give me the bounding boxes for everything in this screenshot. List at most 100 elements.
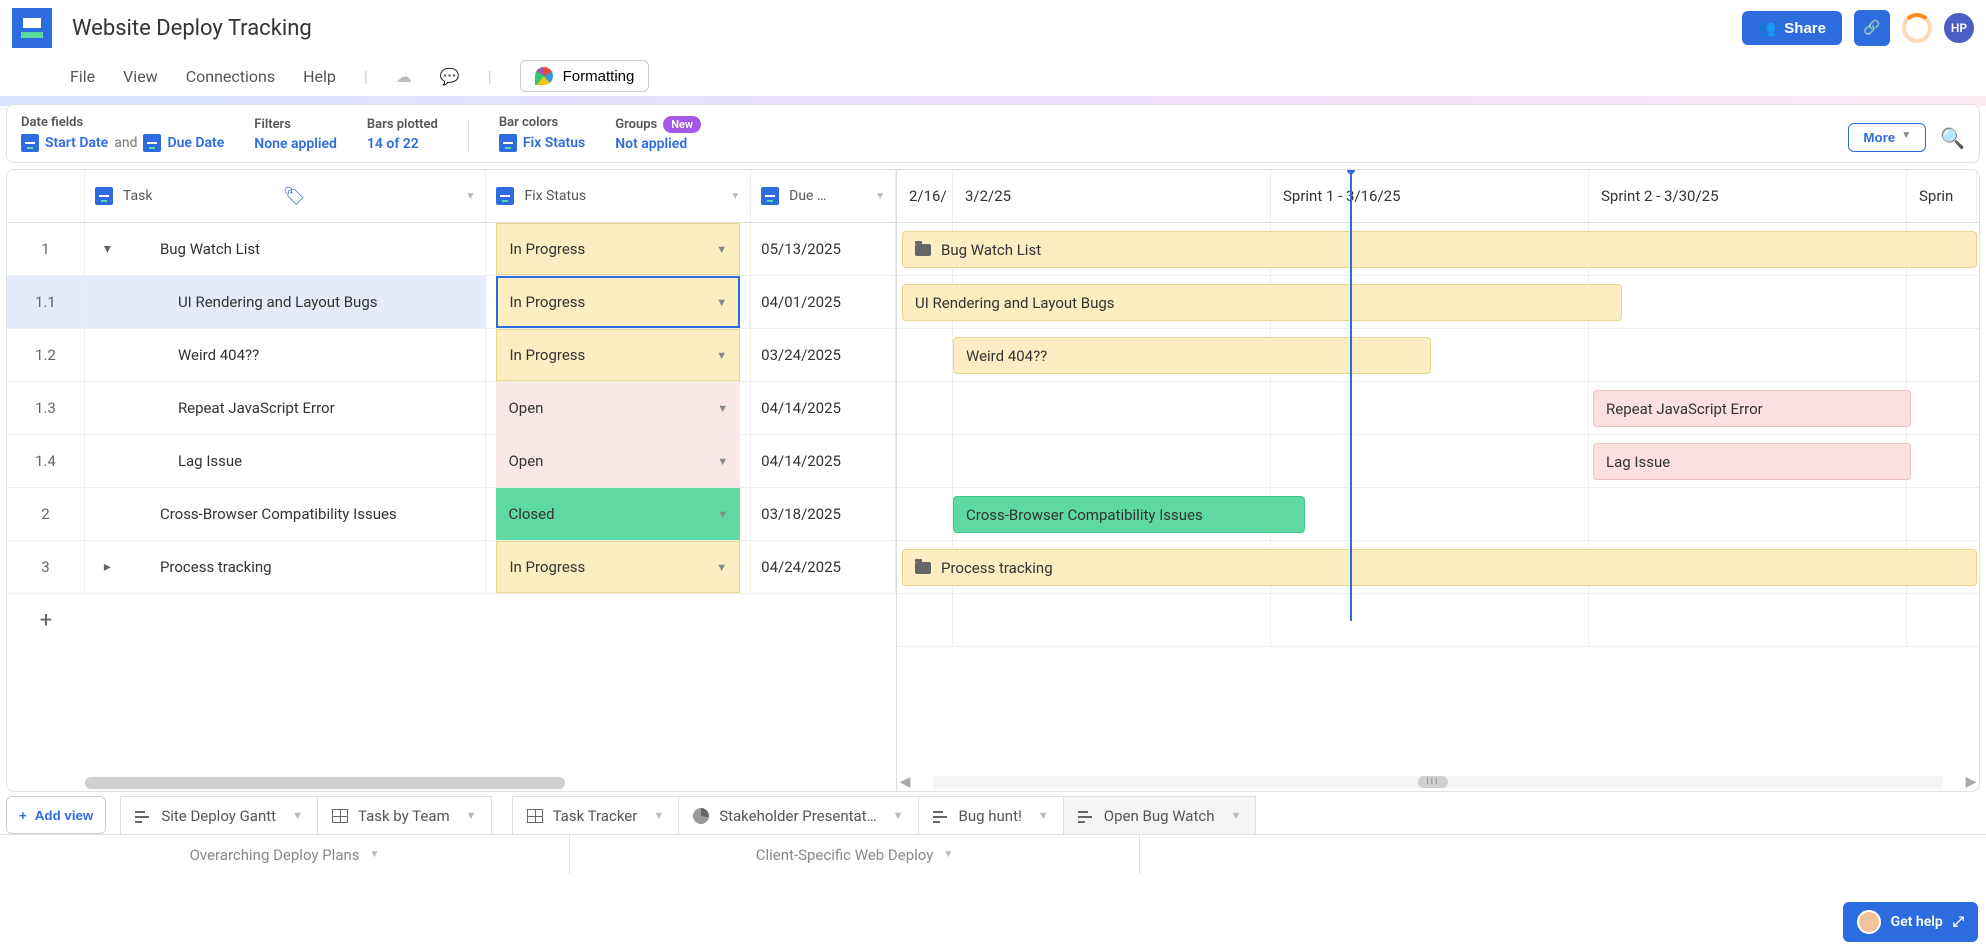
view-tab[interactable]: Open Bug Watch ▼: [1064, 796, 1257, 834]
add-row[interactable]: +: [7, 594, 896, 647]
bar-colors-group[interactable]: Bar colors Fix Status: [499, 115, 585, 152]
filters-group[interactable]: Filters None applied: [254, 117, 337, 152]
plus-icon[interactable]: +: [7, 608, 85, 633]
view-tab[interactable]: Bug hunt!▼: [919, 796, 1064, 834]
timeline-header-cell[interactable]: Sprint 1 - 3/16/25: [1271, 170, 1589, 222]
table-row[interactable]: 1.3Repeat JavaScript ErrorOpen▼04/14/202…: [7, 382, 896, 435]
search-icon[interactable]: 🔍: [1940, 126, 1965, 150]
expand-toggle[interactable]: ▾: [85, 241, 130, 257]
workspace-tab-overarching[interactable]: Overarching Deploy Plans▼: [0, 835, 570, 874]
task-cell[interactable]: UI Rendering and Layout Bugs: [85, 276, 487, 328]
chevron-down-icon[interactable]: ▼: [653, 809, 664, 822]
status-cell[interactable]: In Progress▼: [486, 541, 751, 593]
due-date-cell[interactable]: 03/24/2025: [751, 329, 896, 381]
due-date-cell[interactable]: 04/14/2025: [751, 382, 896, 434]
gantt-bar[interactable]: UI Rendering and Layout Bugs: [902, 284, 1622, 321]
expand-toggle[interactable]: ▸: [85, 559, 130, 575]
chevron-down-icon[interactable]: ▼: [466, 809, 477, 822]
scroll-thumb[interactable]: III: [1418, 776, 1448, 788]
gantt-bar[interactable]: Process tracking: [902, 549, 1977, 586]
status-value[interactable]: Open▼: [496, 435, 740, 487]
column-menu-icon[interactable]: ▼: [466, 191, 476, 202]
menu-file[interactable]: File: [70, 67, 95, 86]
due-date-cell[interactable]: 05/13/2025: [751, 223, 896, 275]
gantt-bar[interactable]: Bug Watch List: [902, 231, 1977, 268]
timeline-scrollbar[interactable]: ◀ III ▶: [897, 775, 1979, 789]
status-cell[interactable]: Open▼: [486, 382, 751, 434]
view-tab[interactable]: Task Tracker▼: [512, 796, 680, 834]
due-date-cell[interactable]: 04/24/2025: [751, 541, 896, 593]
get-help-button[interactable]: Get help ⤢: [1843, 902, 1978, 942]
date-fields-group[interactable]: Date fields Start Date and Due Date: [21, 115, 224, 152]
scroll-right-icon[interactable]: ▶: [1963, 774, 1979, 790]
chevron-down-icon[interactable]: ▼: [1230, 809, 1241, 822]
share-button[interactable]: 👥 Share: [1742, 11, 1842, 45]
column-menu-icon[interactable]: ▼: [730, 191, 740, 202]
timeline-header-cell[interactable]: Sprin: [1907, 170, 1977, 222]
chevron-down-icon[interactable]: ▼: [1038, 809, 1049, 822]
task-cell[interactable]: ▾Bug Watch List: [85, 223, 487, 275]
view-tab[interactable]: Site Deploy Gantt▼: [120, 796, 318, 834]
view-tab[interactable]: Stakeholder Presentat…▼: [679, 796, 918, 834]
scroll-left-icon[interactable]: ◀: [897, 774, 913, 790]
due-date-cell[interactable]: 03/18/2025: [751, 488, 896, 540]
task-column-header[interactable]: Task 🏷 ▼: [85, 170, 487, 222]
app-logo[interactable]: [12, 8, 52, 48]
view-tab[interactable]: Task by Team▼: [318, 796, 492, 834]
status-value[interactable]: In Progress▼: [496, 223, 740, 275]
due-date-cell[interactable]: 04/14/2025: [751, 435, 896, 487]
gantt-bar[interactable]: Lag Issue: [1593, 443, 1911, 480]
table-row[interactable]: 1.1UI Rendering and Layout BugsIn Progre…: [7, 276, 896, 329]
task-cell[interactable]: Cross-Browser Compatibility Issues: [85, 488, 487, 540]
menu-connections[interactable]: Connections: [186, 67, 275, 86]
task-cell[interactable]: Weird 404??: [85, 329, 487, 381]
status-value[interactable]: In Progress▼: [496, 541, 740, 593]
gantt-bar[interactable]: Repeat JavaScript Error: [1593, 390, 1911, 427]
status-cell[interactable]: Open▼: [486, 435, 751, 487]
comments-icon[interactable]: 💬: [440, 67, 460, 86]
status-cell[interactable]: In Progress▼: [486, 276, 751, 328]
table-row[interactable]: 2Cross-Browser Compatibility IssuesClose…: [7, 488, 896, 541]
chevron-down-icon[interactable]: ▼: [893, 809, 904, 822]
due-column-header[interactable]: Due … ▼: [751, 170, 896, 222]
status-value[interactable]: In Progress▼: [496, 329, 740, 381]
gantt-bar[interactable]: Cross-Browser Compatibility Issues: [953, 496, 1305, 533]
task-cell[interactable]: ▸Process tracking: [85, 541, 487, 593]
gantt-bar[interactable]: Weird 404??: [953, 337, 1431, 374]
table-row[interactable]: 3▸Process trackingIn Progress▼04/24/2025: [7, 541, 896, 594]
formatting-button[interactable]: Formatting: [520, 60, 650, 92]
menu-view[interactable]: View: [123, 67, 158, 86]
workspace-tab-client[interactable]: Client-Specific Web Deploy▼: [570, 835, 1140, 874]
due-date-field[interactable]: Due Date: [167, 135, 224, 151]
column-menu-icon[interactable]: ▼: [875, 191, 885, 202]
chevron-down-icon[interactable]: ▼: [292, 809, 303, 822]
status-cell[interactable]: In Progress▼: [486, 329, 751, 381]
timeline-header-cell[interactable]: Sprint 2 - 3/30/25: [1589, 170, 1907, 222]
status-value[interactable]: Closed▼: [496, 488, 740, 540]
status-value[interactable]: In Progress▼: [496, 276, 740, 328]
copy-link-button[interactable]: 🔗: [1854, 10, 1890, 46]
cloud-sync-icon[interactable]: ☁: [396, 67, 412, 86]
table-row[interactable]: 1.4Lag IssueOpen▼04/14/2025: [7, 435, 896, 488]
user-avatar[interactable]: HP: [1944, 13, 1974, 43]
table-row[interactable]: 1▾Bug Watch ListIn Progress▼05/13/2025: [7, 223, 896, 276]
timeline-header-cell[interactable]: 3/2/25: [953, 170, 1271, 222]
task-cell[interactable]: Lag Issue: [85, 435, 487, 487]
bars-plotted-group[interactable]: Bars plotted 14 of 22: [367, 117, 438, 152]
status-cell[interactable]: In Progress▼: [486, 223, 751, 275]
tab-label: Open Bug Watch: [1104, 807, 1215, 825]
status-column-header[interactable]: Fix Status ▼: [486, 170, 751, 222]
add-view-button[interactable]: + Add view: [6, 796, 106, 834]
status-value[interactable]: Open▼: [496, 382, 740, 434]
table-row[interactable]: 1.2Weird 404??In Progress▼03/24/2025: [7, 329, 896, 382]
start-date-field[interactable]: Start Date: [45, 135, 108, 151]
tag-icon[interactable]: 🏷: [283, 186, 306, 207]
menu-help[interactable]: Help: [303, 67, 336, 86]
groups-group[interactable]: GroupsNew Not applied: [615, 117, 701, 152]
timeline-header-cell[interactable]: 2/16/: [897, 170, 953, 222]
status-cell[interactable]: Closed▼: [486, 488, 751, 540]
due-date-cell[interactable]: 04/01/2025: [751, 276, 896, 328]
task-cell[interactable]: Repeat JavaScript Error: [85, 382, 487, 434]
more-button[interactable]: More▼: [1848, 123, 1926, 152]
horizontal-scrollbar[interactable]: [85, 777, 565, 789]
